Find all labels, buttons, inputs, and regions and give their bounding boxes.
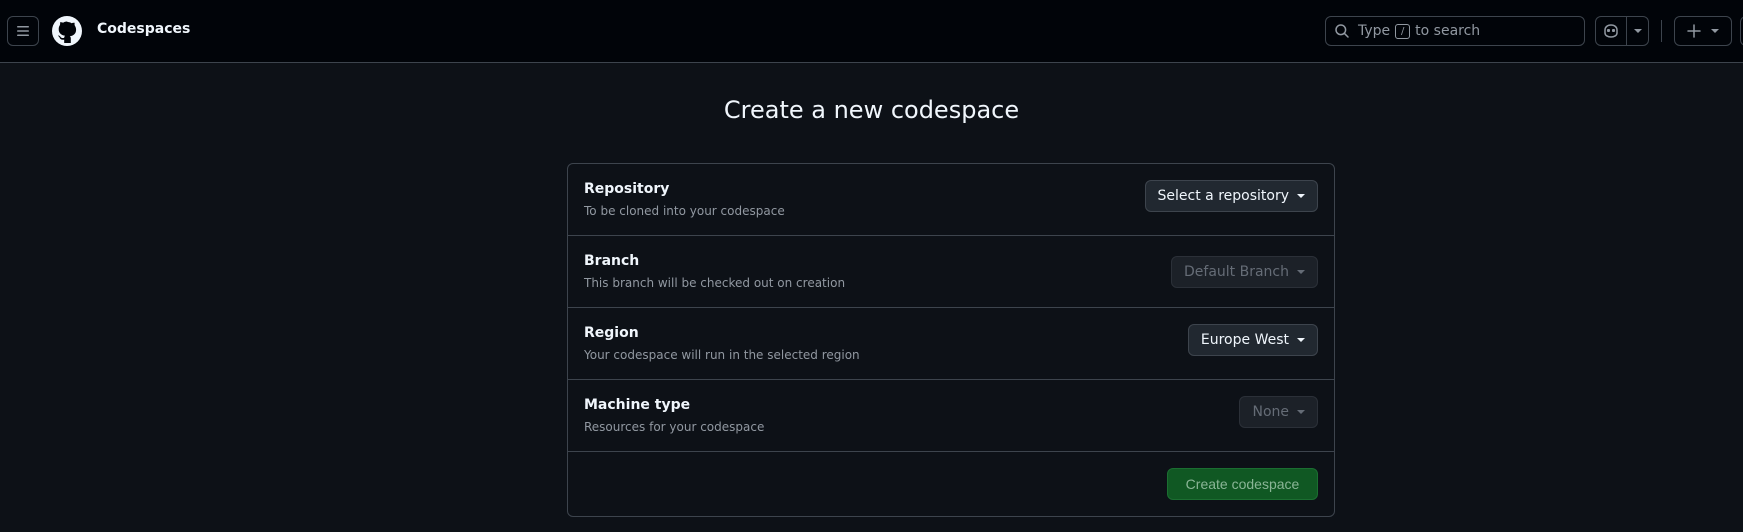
copilot-menu bbox=[1595, 16, 1649, 46]
search-icon bbox=[1335, 24, 1349, 38]
region-select[interactable]: Europe West bbox=[1187, 324, 1318, 356]
repository-label: Repository bbox=[584, 181, 670, 197]
machine-type-select-value: None bbox=[1252, 404, 1289, 420]
open-menu-button[interactable] bbox=[7, 16, 39, 46]
repository-row: Repository To be cloned into your codesp… bbox=[568, 164, 1334, 236]
branch-label: Branch bbox=[584, 253, 640, 269]
chevron-down-icon bbox=[1711, 29, 1719, 33]
chevron-down-icon bbox=[1297, 410, 1305, 414]
chevron-down-icon bbox=[1297, 194, 1305, 198]
branch-description: This branch will be checked out on creat… bbox=[584, 276, 846, 290]
app-header: Codespaces Type / to search bbox=[0, 0, 1743, 63]
machine-type-row: Machine type Resources for your codespac… bbox=[568, 380, 1334, 452]
branch-row: Branch This branch will be checked out o… bbox=[568, 236, 1334, 308]
machine-type-description: Resources for your codespace bbox=[584, 420, 765, 434]
region-row: Region Your codespace will run in the se… bbox=[568, 308, 1334, 380]
app-title[interactable]: Codespaces bbox=[97, 21, 190, 37]
copilot-button[interactable] bbox=[1596, 17, 1627, 45]
header-divider bbox=[1661, 20, 1662, 42]
repository-description: To be cloned into your codespace bbox=[584, 204, 785, 218]
form-footer: Create codespace bbox=[568, 452, 1334, 516]
page-title: Create a new codespace bbox=[723, 96, 1020, 124]
region-select-value: Europe West bbox=[1200, 332, 1289, 348]
copilot-dropdown-button[interactable] bbox=[1627, 17, 1648, 45]
create-codespace-form: Repository To be cloned into your codesp… bbox=[567, 163, 1335, 517]
machine-type-select[interactable]: None bbox=[1239, 396, 1318, 428]
repository-select[interactable]: Select a repository bbox=[1144, 180, 1318, 212]
hamburger-icon bbox=[17, 26, 29, 36]
create-codespace-button[interactable]: Create codespace bbox=[1167, 468, 1318, 500]
copilot-icon bbox=[1604, 24, 1618, 38]
chevron-down-icon bbox=[1297, 270, 1305, 274]
plus-icon bbox=[1687, 24, 1701, 38]
search-input[interactable]: Type / to search bbox=[1325, 16, 1585, 46]
search-shortcut-key: / bbox=[1395, 23, 1411, 39]
repository-select-value: Select a repository bbox=[1157, 188, 1289, 204]
branch-select[interactable]: Default Branch bbox=[1171, 256, 1318, 288]
branch-select-value: Default Branch bbox=[1184, 264, 1289, 280]
chevron-down-icon bbox=[1633, 29, 1642, 33]
create-new-button[interactable] bbox=[1674, 16, 1732, 46]
search-prefix: Type bbox=[1358, 23, 1391, 39]
machine-type-label: Machine type bbox=[584, 397, 691, 413]
github-logo-icon[interactable] bbox=[51, 15, 83, 47]
region-description: Your codespace will run in the selected … bbox=[584, 348, 860, 362]
chevron-down-icon bbox=[1297, 338, 1305, 342]
search-suffix: to search bbox=[1415, 23, 1481, 39]
region-label: Region bbox=[584, 325, 639, 341]
